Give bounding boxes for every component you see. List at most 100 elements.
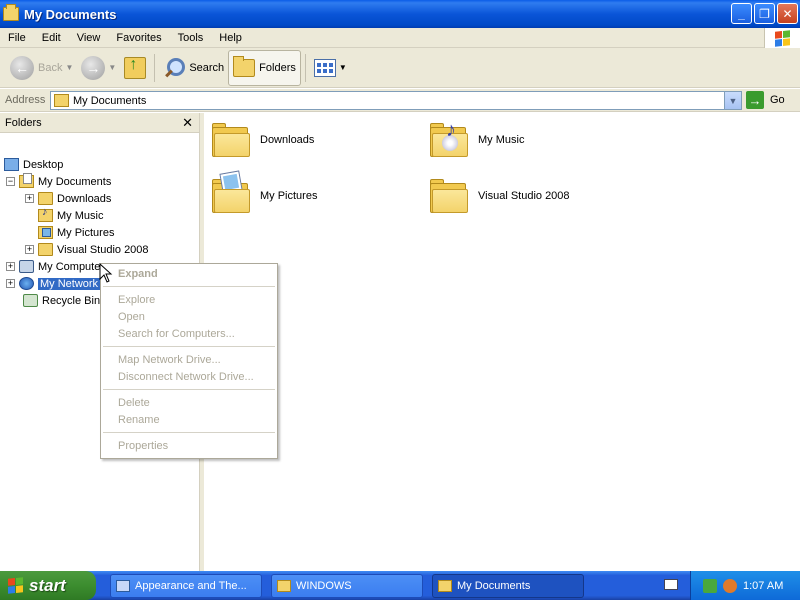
tree-item-label: My Music — [57, 209, 104, 222]
address-value[interactable]: My Documents — [73, 95, 146, 107]
file-item-label: Downloads — [260, 134, 315, 146]
menu-item-disconnect-network-drive[interactable]: Disconnect Network Drive... — [118, 371, 254, 383]
menu-item-properties[interactable]: Properties — [118, 440, 168, 452]
file-view[interactable]: Downloads ♪ My Music My Pictures Visual … — [204, 113, 800, 571]
folders-button[interactable]: Folders — [228, 49, 301, 86]
go-button[interactable]: → Go — [746, 91, 785, 109]
system-tray: 1:07 AM — [690, 571, 800, 600]
tree-item-label: My Documents — [38, 175, 112, 188]
menu-item-expand[interactable]: Expand — [118, 268, 158, 280]
address-dropdown-icon[interactable]: ▼ — [724, 92, 741, 109]
tree-item-my-documents[interactable]: − My Documents — [6, 173, 111, 190]
address-bar: Address My Documents ▼ → Go — [0, 89, 800, 112]
menu-item-explore[interactable]: Explore — [118, 294, 155, 306]
tree-item-my-music[interactable]: My Music — [38, 206, 104, 224]
menu-separator — [103, 346, 275, 347]
tree-item-visual-studio-2008[interactable]: + Visual Studio 2008 — [25, 241, 149, 258]
mouse-cursor-icon — [99, 263, 113, 283]
menu-favorites[interactable]: Favorites — [108, 32, 169, 44]
up-button[interactable] — [120, 51, 150, 85]
tree-item-my-computer[interactable]: + My Computer — [6, 258, 104, 275]
appearance-icon — [116, 580, 130, 592]
tree-item-label: Visual Studio 2008 — [57, 243, 149, 256]
forward-dropdown-icon[interactable]: ▼ — [108, 63, 116, 72]
taskbar-item-my-documents[interactable]: My Documents — [432, 574, 584, 598]
context-menu: Expand Explore Open Search for Computers… — [100, 263, 278, 459]
folder-icon — [277, 580, 291, 592]
minimize-button[interactable]: _ — [731, 3, 752, 24]
taskbar-item-label: WINDOWS — [296, 580, 352, 592]
taskbar-item-appearance[interactable]: Appearance and The... — [110, 574, 262, 598]
collapse-icon[interactable]: − — [6, 177, 15, 186]
file-item-label: Visual Studio 2008 — [478, 190, 570, 202]
desktop-icon — [4, 158, 19, 171]
my-pictures-folder-icon — [212, 171, 252, 213]
folder-icon — [212, 123, 252, 157]
title-bar[interactable]: My Documents _ ❐ ✕ — [0, 0, 800, 28]
menu-separator — [103, 286, 275, 287]
start-label: start — [29, 575, 66, 595]
expand-icon[interactable]: + — [6, 279, 15, 288]
menu-separator — [103, 389, 275, 390]
views-icon — [313, 58, 336, 77]
address-field[interactable]: My Documents ▼ — [50, 91, 742, 110]
menu-edit[interactable]: Edit — [34, 32, 69, 44]
network-places-icon — [19, 277, 34, 290]
menu-item-search-for-computers[interactable]: Search for Computers... — [118, 328, 235, 340]
address-label: Address — [5, 94, 46, 106]
my-pictures-icon — [38, 226, 53, 239]
tree-item-desktop[interactable]: Desktop — [4, 156, 63, 173]
menu-file[interactable]: File — [0, 32, 34, 44]
menu-bar: File Edit View Favorites Tools Help — [0, 28, 800, 48]
tray-network-icon[interactable] — [703, 578, 717, 593]
window-title: My Documents — [24, 6, 117, 22]
tree-item-downloads[interactable]: + Downloads — [25, 190, 111, 207]
tree-item-recycle-bin[interactable]: Recycle Bin — [23, 292, 100, 309]
clock[interactable]: 1:07 AM — [743, 580, 783, 592]
expand-icon[interactable]: + — [6, 262, 15, 271]
tray-search-icon[interactable] — [723, 578, 737, 593]
folder-icon — [438, 580, 452, 592]
search-button[interactable]: Search — [159, 51, 228, 85]
windows-logo-icon — [8, 577, 23, 594]
keyboard-icon[interactable] — [664, 579, 678, 590]
menu-item-open[interactable]: Open — [118, 311, 145, 323]
folder-icon — [3, 4, 19, 21]
menu-item-rename[interactable]: Rename — [118, 414, 160, 426]
tree-item-label: Desktop — [23, 158, 64, 171]
file-item-visual-studio-2008[interactable]: Visual Studio 2008 — [430, 179, 570, 213]
folder-icon — [38, 192, 53, 205]
menu-item-map-network-drive[interactable]: Map Network Drive... — [118, 354, 221, 366]
back-arrow-icon: ← — [10, 55, 34, 80]
close-icon[interactable]: ✕ — [182, 115, 193, 131]
menu-view[interactable]: View — [69, 32, 109, 44]
views-button[interactable]: ▼ — [310, 51, 351, 85]
taskbar-item-windows[interactable]: WINDOWS — [271, 574, 423, 598]
menu-separator — [103, 432, 275, 433]
file-item-label: My Music — [478, 134, 525, 146]
file-item-my-pictures[interactable]: My Pictures — [212, 171, 317, 213]
folders-pane-title: Folders — [5, 116, 42, 129]
back-dropdown-icon[interactable]: ▼ — [65, 63, 73, 72]
tree-item-my-pictures[interactable]: My Pictures — [38, 224, 114, 241]
menu-tools[interactable]: Tools — [170, 32, 212, 44]
views-dropdown-icon[interactable]: ▼ — [339, 63, 347, 72]
up-folder-icon — [124, 56, 147, 79]
close-button[interactable]: ✕ — [777, 3, 798, 24]
my-music-folder-icon: ♪ — [430, 119, 470, 157]
folder-icon — [38, 243, 53, 256]
file-item-downloads[interactable]: Downloads — [212, 123, 314, 157]
expand-icon[interactable]: + — [25, 245, 34, 254]
expand-icon[interactable]: + — [25, 194, 34, 203]
restore-button[interactable]: ❐ — [754, 3, 775, 24]
search-icon — [163, 57, 186, 79]
file-item-my-music[interactable]: ♪ My Music — [430, 119, 525, 157]
back-button[interactable]: ← Back ▼ — [6, 51, 77, 85]
menu-help[interactable]: Help — [211, 32, 250, 44]
taskbar-item-label: My Documents — [457, 580, 531, 592]
folders-icon — [233, 55, 256, 77]
forward-button[interactable]: → ▼ — [77, 51, 120, 85]
taskbar-item-label: Appearance and The... — [135, 580, 247, 592]
start-button[interactable]: start — [0, 571, 96, 600]
menu-item-delete[interactable]: Delete — [118, 397, 150, 409]
